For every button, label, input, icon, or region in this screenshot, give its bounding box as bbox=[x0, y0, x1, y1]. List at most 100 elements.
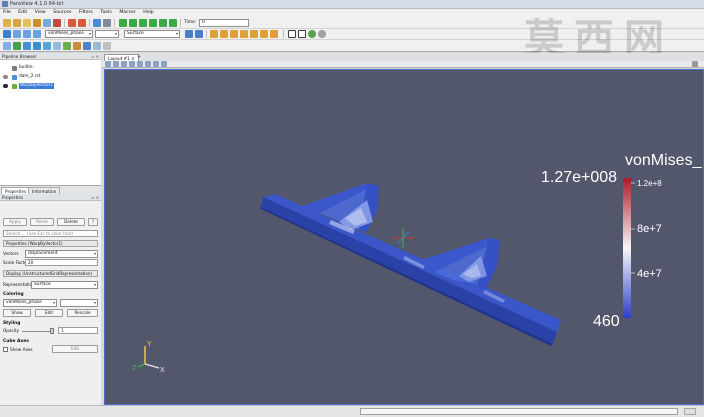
tab-layout-1[interactable]: Layout #1 ✕ bbox=[104, 54, 139, 61]
camera-redo-icon[interactable] bbox=[129, 61, 135, 67]
pipeline-item-builtin[interactable]: builtin: bbox=[0, 64, 100, 72]
properties-section-header[interactable]: Properties (WarpByVector1) bbox=[3, 240, 98, 247]
menu-macros[interactable]: Macros bbox=[116, 9, 138, 17]
visibility-eye-icon[interactable] bbox=[3, 75, 8, 79]
menu-file[interactable]: File bbox=[0, 9, 14, 17]
disconnect-icon[interactable] bbox=[53, 19, 61, 27]
scalar-bar[interactable]: vonMises_ 1.27e+008 1.2e+8 8e+7 4e+7 460 bbox=[541, 152, 703, 330]
menu-edit[interactable]: Edit bbox=[15, 9, 30, 17]
first-frame-icon[interactable] bbox=[119, 19, 127, 27]
help-button[interactable]: ? bbox=[88, 218, 98, 226]
edit-axes-button[interactable]: Edit bbox=[52, 345, 98, 353]
redo-icon[interactable] bbox=[78, 19, 86, 27]
select-cells-icon[interactable] bbox=[298, 30, 306, 38]
render-view[interactable]: vonMises_ 1.27e+008 1.2e+8 8e+7 4e+7 460… bbox=[104, 69, 704, 405]
opacity-input[interactable]: 1 bbox=[58, 327, 98, 334]
camera-undo-icon[interactable] bbox=[121, 61, 127, 67]
vectors-value: displacement bbox=[28, 251, 58, 256]
show-colorbar-button[interactable]: Show bbox=[3, 309, 31, 317]
menu-help[interactable]: Help bbox=[140, 9, 156, 17]
opacity-slider-handle[interactable] bbox=[50, 328, 54, 334]
select-block-icon[interactable] bbox=[161, 61, 167, 67]
set-view-z-plus-icon[interactable] bbox=[250, 30, 258, 38]
previous-frame-icon[interactable] bbox=[129, 19, 137, 27]
select-surface-icon[interactable] bbox=[145, 61, 151, 67]
help-icon[interactable] bbox=[93, 19, 101, 27]
capture-screenshot-icon[interactable] bbox=[137, 61, 143, 67]
threshold-icon[interactable] bbox=[43, 42, 51, 50]
load-state-icon[interactable] bbox=[23, 19, 31, 27]
reset-range-icon[interactable] bbox=[23, 30, 31, 38]
menu-tools[interactable]: Tools bbox=[97, 9, 114, 17]
calculator-icon[interactable] bbox=[3, 42, 11, 50]
rotate-90-icon[interactable] bbox=[270, 30, 278, 38]
rescale-button[interactable]: Rescale bbox=[67, 309, 98, 317]
clip-icon[interactable] bbox=[23, 42, 31, 50]
color-by-select[interactable]: vonMises_phase ▾ bbox=[45, 30, 93, 38]
save-state-icon[interactable] bbox=[33, 19, 41, 27]
visibility-eye-icon[interactable] bbox=[3, 84, 8, 88]
representation-panel-select[interactable]: Surface ▾ bbox=[31, 281, 98, 289]
pipeline-item-warp[interactable]: WarpByVector1 bbox=[0, 82, 100, 90]
connect-icon[interactable] bbox=[43, 19, 51, 27]
time-field[interactable]: 0 bbox=[199, 19, 249, 27]
stream-tracer-icon[interactable] bbox=[73, 42, 81, 50]
set-view-z-minus-icon[interactable] bbox=[260, 30, 268, 38]
open-file-icon[interactable] bbox=[3, 19, 11, 27]
interaction-mode-icon[interactable] bbox=[288, 30, 296, 38]
select-points-view-icon[interactable] bbox=[153, 61, 159, 67]
dock-close-icon[interactable]: ▫ ✕ bbox=[92, 53, 99, 60]
color-component-select[interactable]: ▾ bbox=[95, 30, 119, 38]
dock-close-icon[interactable]: ▫ ✕ bbox=[92, 194, 99, 201]
menu-view[interactable]: View bbox=[32, 9, 49, 17]
set-view-x-plus-icon[interactable] bbox=[210, 30, 218, 38]
group-datasets-icon[interactable] bbox=[93, 42, 101, 50]
last-frame-icon[interactable] bbox=[159, 19, 167, 27]
delete-button[interactable]: Delete bbox=[57, 218, 85, 226]
set-view-y-minus-icon[interactable] bbox=[240, 30, 248, 38]
maximize-view-icon[interactable] bbox=[692, 61, 698, 67]
render-scene[interactable]: vonMises_ 1.27e+008 1.2e+8 8e+7 4e+7 460… bbox=[105, 70, 704, 406]
select-frustum-icon[interactable] bbox=[318, 30, 326, 38]
edit-colormap-icon[interactable] bbox=[13, 30, 21, 38]
view-2d-icon[interactable] bbox=[195, 30, 203, 38]
loop-icon[interactable] bbox=[169, 19, 177, 27]
menu-sources[interactable]: Sources bbox=[50, 9, 74, 17]
representation-select[interactable]: Surface ▾ bbox=[124, 30, 180, 38]
play-icon[interactable] bbox=[139, 19, 147, 27]
apply-button[interactable]: Apply bbox=[3, 218, 27, 226]
tab-properties[interactable]: Properties bbox=[1, 187, 31, 194]
camera-link-icon[interactable] bbox=[103, 19, 111, 27]
abort-button[interactable] bbox=[684, 408, 696, 415]
coloring-component-select[interactable]: ▾ bbox=[60, 299, 98, 307]
undo-icon[interactable] bbox=[68, 19, 76, 27]
select-points-icon[interactable] bbox=[308, 30, 316, 38]
scale-factor-input[interactable]: 20 bbox=[25, 259, 98, 266]
extract-level-icon[interactable] bbox=[103, 42, 111, 50]
display-section-header[interactable]: Display (UnstructuredGridRepresentation) bbox=[3, 270, 98, 277]
glyph-icon[interactable] bbox=[63, 42, 71, 50]
split-vertical-icon[interactable] bbox=[113, 61, 119, 67]
custom-range-icon[interactable] bbox=[33, 30, 41, 38]
reset-button[interactable]: Reset bbox=[30, 218, 54, 226]
set-view-y-plus-icon[interactable] bbox=[230, 30, 238, 38]
vectors-select[interactable]: displacement ▾ bbox=[25, 250, 98, 258]
properties-search-input[interactable]: Search ... (use Esc to clear text) bbox=[3, 230, 98, 237]
menu-filters[interactable]: Filters bbox=[76, 9, 96, 17]
reset-camera-icon[interactable] bbox=[185, 30, 193, 38]
extract-subset-icon[interactable] bbox=[53, 42, 61, 50]
tab-information[interactable]: Information bbox=[28, 187, 61, 194]
set-view-x-minus-icon[interactable] bbox=[220, 30, 228, 38]
pipeline-item-reader[interactable]: dam_2.rst bbox=[0, 73, 100, 81]
warp-by-vector-icon[interactable] bbox=[83, 42, 91, 50]
coloring-select[interactable]: vonMises_phase ▾ bbox=[3, 299, 57, 307]
edit-colormap-button[interactable]: Edit bbox=[35, 309, 63, 317]
show-axes-checkbox[interactable] bbox=[3, 347, 8, 352]
deformed-structure-model[interactable] bbox=[259, 183, 561, 346]
slice-icon[interactable] bbox=[33, 42, 41, 50]
split-horizontal-icon[interactable] bbox=[105, 61, 111, 67]
color-legend-icon[interactable] bbox=[3, 30, 11, 38]
contour-icon[interactable] bbox=[13, 42, 21, 50]
save-data-icon[interactable] bbox=[13, 19, 21, 27]
next-frame-icon[interactable] bbox=[149, 19, 157, 27]
